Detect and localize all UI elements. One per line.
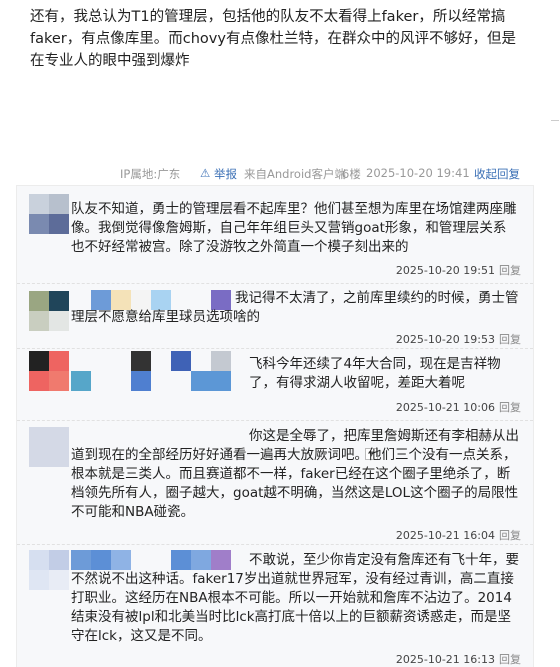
reply-footer: 2025-10-21 16:13 回复 (396, 651, 521, 667)
post-meta-bar: IP属地:广东 ⚠ 举报 来自Android客户端 6楼 2025-10-20 … (120, 163, 532, 183)
reply-footer: 2025-10-21 10:06 回复 (396, 399, 521, 415)
reply-button[interactable]: 回复 (499, 529, 521, 542)
client-source[interactable]: 来自Android客户端 (244, 166, 346, 182)
reply-text: 队友不知道，勇士的管理层看不起库里？他们甚至想为库里在场馆建两座雕像。我倒觉得像… (71, 201, 517, 255)
report-link[interactable]: 举报 (214, 166, 237, 182)
avatar[interactable] (29, 550, 69, 590)
reply-datetime: 2025-10-21 16:04 (395, 529, 495, 542)
collapse-replies-link[interactable]: 收起回复 (474, 166, 520, 182)
scrollbar-mark (551, 120, 559, 121)
reply-footer: 2025-10-20 19:53 回复 (396, 331, 521, 347)
list-item: 队友不知道，勇士的管理层看不起库里？他们甚至想为库里在场馆建两座雕像。我倒觉得像… (17, 186, 533, 460)
floor-number: 6楼 (342, 167, 361, 181)
avatar[interactable] (29, 427, 69, 467)
reply-footer: 2025-10-21 16:04 回复 (396, 527, 521, 543)
post-datetime: 2025-10-20 19:41 (366, 166, 470, 180)
avatar[interactable] (29, 194, 69, 234)
list-item: 你这是全辱了，把库里詹姆斯还有李相赫从出道到现在的全部经历好好通看一遍再大放厥词… (17, 420, 533, 545)
reply-datetime: 2025-10-20 19:53 (395, 333, 495, 346)
warning-icon[interactable]: ⚠ (200, 166, 210, 180)
reply-datetime: 2025-10-20 19:51 (395, 264, 495, 277)
reply-button[interactable]: 回复 (499, 401, 521, 414)
reply-list: 队友不知道，勇士的管理层看不起库里？他们甚至想为库里在场馆建两座雕像。我倒觉得像… (16, 185, 534, 667)
reply-datetime: 2025-10-21 10:06 (395, 401, 495, 414)
avatar[interactable] (29, 291, 69, 331)
reply-text: 你这是全辱了，把库里詹姆斯还有李相赫从出道到现在的全部经历好好通看一遍再大放厥词… (71, 428, 519, 520)
reply-text: 我记得不太清了，之前库里续约的时候，勇士管理层不愿意给库里球员选项啥的 (71, 290, 519, 325)
reply-text: 不敢说，至少你肯定没有詹库还有飞十年，要不然说不出这种话。faker17岁出道就… (71, 552, 519, 644)
reply-datetime: 2025-10-21 16:13 (395, 653, 495, 666)
ip-location: IP属地:广东 (120, 167, 181, 181)
avatar[interactable] (29, 351, 69, 391)
list-item: 我记得不太清了，之前库里续约的时候，勇士管理层不愿意给库里球员选项啥的 2025… (17, 283, 533, 349)
list-item: 不敢说，至少你肯定没有詹库还有飞十年，要不然说不出这种话。faker17岁出道就… (17, 544, 533, 667)
list-item: 飞科今年还续了4年大合同，现在是吉祥物了，有得求湖人收留呢，差距大着呢 2025… (17, 348, 533, 421)
reply-text: 飞科今年还续了4年大合同，现在是吉祥物了，有得求湖人收留呢，差距大着呢 (249, 356, 501, 391)
reply-button[interactable]: 回复 (499, 264, 521, 277)
reply-footer: 2025-10-20 19:51 回复 (396, 262, 521, 278)
post-content: 还有，我总认为T1的管理层，包括他的队友不太看得上faker，所以经常搞fake… (30, 9, 516, 69)
reply-button[interactable]: 回复 (499, 333, 521, 346)
reply-button[interactable]: 回复 (499, 653, 521, 666)
